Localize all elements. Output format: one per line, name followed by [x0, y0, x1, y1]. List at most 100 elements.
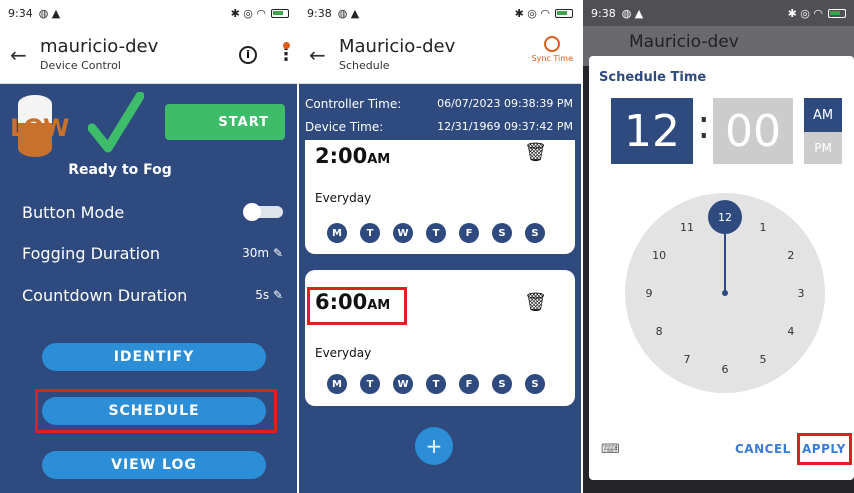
notification-icon: ◍ ▲	[621, 6, 644, 20]
schedule-days: M T W T F S S	[327, 223, 545, 243]
cancel-button[interactable]: CANCEL	[735, 442, 791, 456]
button-mode-label: Button Mode	[22, 202, 125, 222]
time-highlight-box	[307, 287, 407, 325]
device-time-row: Device Time: 12/31/1969 09:37:42 PM	[305, 120, 573, 134]
clock-number-3[interactable]: 3	[798, 287, 805, 300]
clock-number-8[interactable]: 8	[656, 325, 663, 338]
status-bar: 9:38 ◍ ▲ ✱ ◎ ◠	[583, 0, 854, 26]
controller-time-row: Controller Time: 06/07/2023 09:38:39 PM	[305, 97, 573, 111]
schedule-card[interactable]: 6:00AM 🗑 Everyday M T W T F S S	[305, 270, 575, 406]
device-time-label: Device Time:	[305, 120, 384, 134]
status-time: 9:38	[307, 6, 332, 20]
day-sunday[interactable]: S	[525, 223, 545, 243]
day-tuesday[interactable]: T	[360, 374, 380, 394]
button-mode-toggle[interactable]	[243, 203, 283, 221]
schedule-highlight-box	[35, 389, 277, 433]
day-tuesday[interactable]: T	[360, 223, 380, 243]
clock-number-12[interactable]: 12	[718, 211, 732, 224]
battery-icon	[271, 8, 289, 18]
clock-center	[722, 290, 728, 296]
schedule-days: M T W T F S S	[327, 374, 545, 394]
dimmed-title: Mauricio-dev	[629, 32, 739, 52]
schedule-screen: 9:38 ◍ ▲ ✱ ◎ ◠ ← Mauricio-dev Schedule Sy…	[299, 0, 581, 493]
device-time-value: 12/31/1969 09:37:42 PM	[437, 120, 573, 133]
clock-number-11[interactable]: 11	[680, 221, 694, 234]
countdown-duration-row: Countdown Duration 5s ✎	[22, 284, 283, 306]
back-arrow-icon[interactable]: ←	[10, 43, 40, 67]
day-saturday[interactable]: S	[492, 374, 512, 394]
clock-number-9[interactable]: 9	[646, 287, 653, 300]
day-thursday[interactable]: T	[426, 223, 446, 243]
keyboard-icon[interactable]: ⌨	[601, 442, 620, 457]
pencil-icon[interactable]: ✎	[273, 246, 283, 260]
trash-icon[interactable]: 🗑	[524, 142, 547, 163]
clock-number-10[interactable]: 10	[652, 249, 666, 262]
notification-icon: ◍ ▲	[337, 6, 360, 20]
clock-icon	[544, 36, 561, 52]
clock-number-1[interactable]: 1	[760, 221, 767, 234]
schedule-time-dialog: Schedule Time 12 : 00 AM PM 12 1 2 3 4 5 6 7 8 9 1…	[589, 56, 854, 480]
screen-subtitle: Device Control	[40, 59, 121, 72]
fogging-duration-value: 30m	[242, 246, 270, 260]
info-icon[interactable]: i	[239, 45, 257, 64]
signal-icons: ✱ ◎ ◠	[787, 6, 823, 20]
day-saturday[interactable]: S	[492, 223, 512, 243]
time-picker-screen: 9:38 ◍ ▲ ✱ ◎ ◠ Mauricio-dev Schedule Time…	[583, 0, 854, 493]
clock-number-4[interactable]: 4	[787, 325, 794, 338]
day-sunday[interactable]: S	[525, 374, 545, 394]
identify-button[interactable]: IDENTIFY	[42, 343, 266, 371]
countdown-duration-value: 5s	[255, 288, 270, 302]
battery-icon	[555, 8, 573, 18]
app-bar: ← mauricio-dev Device Control i ⋮	[0, 26, 297, 84]
day-friday[interactable]: F	[459, 223, 479, 243]
start-button[interactable]: START	[165, 104, 285, 140]
am-toggle[interactable]: AM	[804, 98, 842, 132]
hour-display[interactable]: 12	[611, 98, 693, 164]
minute-display[interactable]: 00	[713, 98, 793, 164]
button-mode-row: Button Mode	[22, 201, 283, 223]
pm-toggle[interactable]: PM	[804, 132, 842, 164]
day-monday[interactable]: M	[327, 374, 347, 394]
controller-time-label: Controller Time:	[305, 97, 402, 111]
day-thursday[interactable]: T	[426, 374, 446, 394]
pencil-icon[interactable]: ✎	[273, 288, 283, 302]
fogging-duration-label: Fogging Duration	[22, 243, 161, 263]
ready-status: Ready to Fog	[68, 162, 172, 178]
clock-number-6[interactable]: 6	[722, 363, 729, 376]
battery-icon	[828, 8, 846, 18]
tank-level-label: LOW	[10, 114, 69, 142]
device-name: mauricio-dev	[40, 36, 159, 57]
status-bar: 9:34 ◍ ▲ ✱ ◎ ◠	[0, 0, 297, 26]
ready-check-icon	[88, 92, 144, 153]
countdown-duration-label: Countdown Duration	[22, 285, 188, 305]
more-menu-icon[interactable]: ⋮	[277, 42, 295, 65]
trash-icon[interactable]: 🗑	[524, 292, 547, 313]
clock-number-7[interactable]: 7	[684, 353, 691, 366]
apply-highlight-box	[797, 433, 852, 465]
add-schedule-button[interactable]: +	[415, 427, 453, 465]
dialog-title: Schedule Time	[599, 70, 707, 85]
fogging-duration-row: Fogging Duration 30m ✎	[22, 242, 283, 264]
day-monday[interactable]: M	[327, 223, 347, 243]
day-wednesday[interactable]: W	[393, 223, 413, 243]
status-bar: 9:38 ◍ ▲ ✱ ◎ ◠	[299, 0, 581, 26]
schedule-repeat: Everyday	[315, 191, 372, 205]
schedule-time: 2:00AM	[315, 144, 391, 168]
day-wednesday[interactable]: W	[393, 374, 413, 394]
schedule-card[interactable]: 2:00AM 🗑 Everyday M T W T F S S	[305, 140, 575, 254]
clock-number-5[interactable]: 5	[760, 353, 767, 366]
back-arrow-icon[interactable]: ←	[309, 43, 339, 67]
device-control-screen: 9:34 ◍ ▲ ✱ ◎ ◠ ← mauricio-dev Device Cont…	[0, 0, 297, 493]
clock-dial[interactable]: 121234567891011	[625, 193, 825, 393]
status-time: 9:34	[8, 6, 33, 20]
status-time: 9:38	[591, 6, 616, 20]
day-friday[interactable]: F	[459, 374, 479, 394]
controller-time-value: 06/07/2023 09:38:39 PM	[437, 97, 573, 110]
sync-time-button[interactable]: Sync Time	[532, 36, 573, 63]
notification-icon: ◍ ▲	[38, 6, 61, 20]
sync-time-label: Sync Time	[531, 54, 573, 63]
clock-number-2[interactable]: 2	[787, 249, 794, 262]
view-log-button[interactable]: VIEW LOG	[42, 451, 266, 479]
signal-icons: ✱ ◎ ◠	[514, 6, 550, 20]
schedule-repeat: Everyday	[315, 346, 372, 360]
